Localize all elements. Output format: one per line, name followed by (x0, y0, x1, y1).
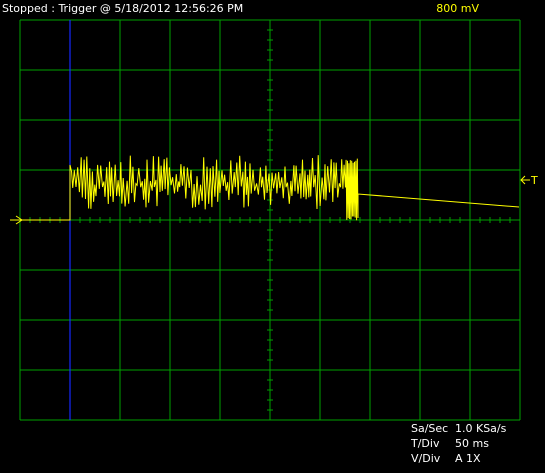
volt-div-value: A 1X (455, 452, 481, 465)
oscilloscope-display (10, 19, 530, 421)
time-div-label: T/Div (411, 437, 440, 450)
sample-rate-label: Sa/Sec (411, 422, 449, 435)
volt-div-label: V/Div (411, 452, 441, 465)
time-div-value: 50 ms (455, 437, 489, 450)
readout-panel: Sa/Sec 1.0 KSa/s T/Div 50 ms V/Div A 1X (411, 421, 506, 466)
time-div-row: T/Div 50 ms (411, 436, 489, 451)
trigger-level-marker (520, 175, 530, 185)
graticule (19, 19, 521, 421)
sample-rate-row: Sa/Sec 1.0 KSa/s (411, 421, 506, 436)
sample-rate-value: 1.0 KSa/s (455, 422, 507, 435)
trigger-marker-label: T (531, 174, 538, 187)
volt-div-row: V/Div A 1X (411, 451, 481, 466)
